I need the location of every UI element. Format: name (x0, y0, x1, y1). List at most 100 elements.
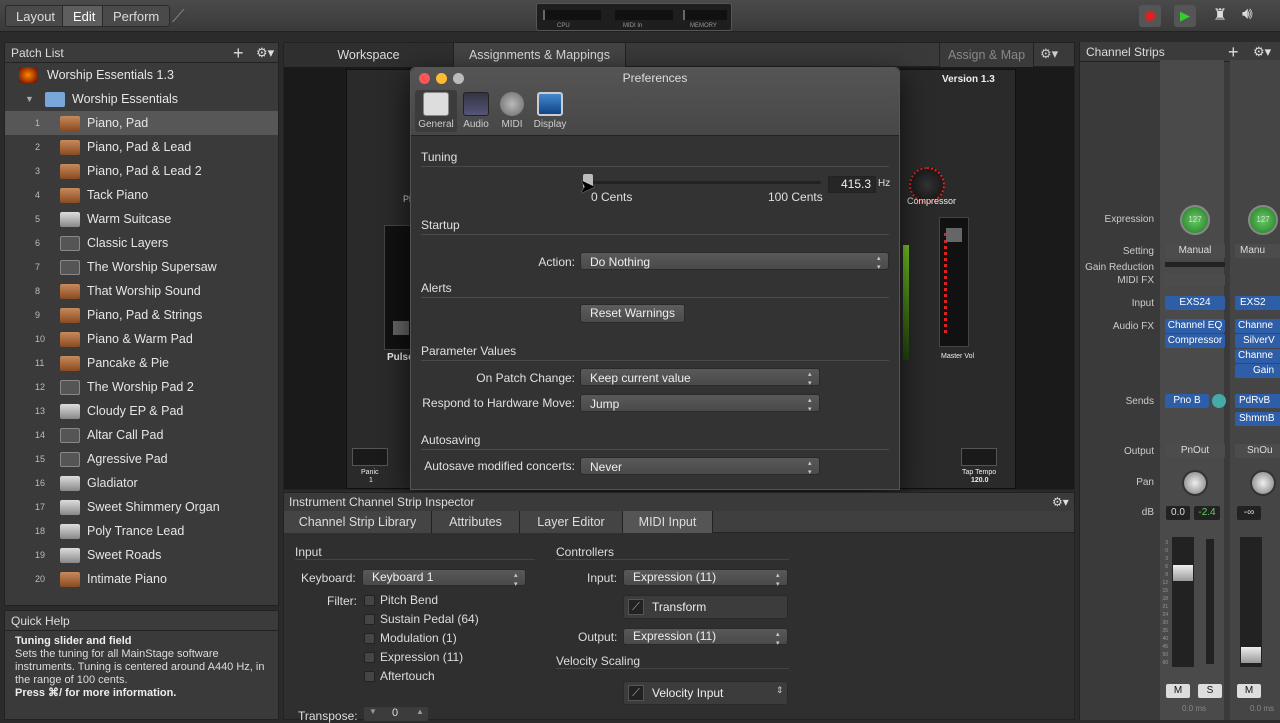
patch-row[interactable]: 7 The Worship Supersaw (5, 255, 278, 279)
workspace-gear-icon[interactable]: ⚙▾ (1040, 46, 1058, 62)
patch-row[interactable]: 15 Agressive Pad (5, 447, 278, 471)
patch-row[interactable]: 17 Sweet Shimmery Organ (5, 495, 278, 519)
inspector-gear-icon[interactable]: ⚙▾ (1052, 493, 1069, 511)
play-icon[interactable]: ▶ (1174, 5, 1196, 27)
mute-button-1[interactable]: M (1166, 684, 1190, 698)
parameter-values-section-title: Parameter Values (421, 344, 517, 358)
patch-row[interactable]: 1 Piano, Pad (5, 111, 278, 135)
controller-output-select[interactable]: Expression (11) (623, 628, 788, 648)
layout-mode-button[interactable]: Layout (5, 5, 67, 27)
tab-midi-input[interactable]: MIDI Input (623, 511, 713, 533)
output-slot-1[interactable]: PnOut (1165, 444, 1225, 458)
filter-checkbox[interactable] (364, 614, 375, 625)
filter-checkbox[interactable] (364, 652, 375, 663)
pan-knob-2[interactable] (1250, 470, 1276, 496)
disclosure-triangle-icon[interactable]: ▼ (25, 87, 34, 111)
tab-general[interactable]: General (415, 90, 457, 132)
patch-row[interactable]: 19 Sweet Roads (5, 543, 278, 567)
gear-icon[interactable]: ⚙▾ (256, 43, 274, 63)
perform-mode-button[interactable]: Perform (102, 5, 171, 27)
tab-assignments-mappings[interactable]: Assignments & Mappings (454, 43, 626, 67)
filter-label-item: Modulation (1) (380, 631, 457, 645)
tab-midi[interactable]: MIDI (491, 92, 533, 130)
patch-row[interactable]: 14 Altar Call Pad (5, 423, 278, 447)
patch-row[interactable]: 5 Warm Suitcase (5, 207, 278, 231)
add-channel-strip-icon[interactable]: + (1228, 42, 1239, 62)
on-patch-change-select[interactable]: Keep current value (580, 368, 820, 388)
tuner-icon[interactable]: ⟋ (172, 6, 196, 26)
send-slot-2-2[interactable]: ShmmB (1235, 412, 1280, 426)
concert-row[interactable]: Worship Essentials 1.3 (5, 63, 278, 87)
patch-row[interactable]: 12 The Worship Pad 2 (5, 375, 278, 399)
send-slot-1[interactable]: Pno B (1165, 394, 1209, 408)
tuning-slider[interactable] (583, 181, 821, 184)
patch-row[interactable]: 9 Piano, Pad & Strings (5, 303, 278, 327)
setting-button-1[interactable]: Manual (1165, 244, 1225, 258)
filter-checkbox[interactable] (364, 633, 375, 644)
tab-workspace[interactable]: Workspace (284, 43, 454, 67)
tab-attributes[interactable]: Attributes (432, 511, 520, 533)
volume-icon[interactable]: 🔊︎ (1242, 4, 1270, 28)
patch-row[interactable]: 3 Piano, Pad & Lead 2 (5, 159, 278, 183)
filter-checkbox[interactable] (364, 595, 375, 606)
audio-fx-slot-2-3[interactable]: Channe (1235, 349, 1280, 363)
transform-button[interactable]: ⟋ Transform (623, 595, 788, 619)
volume-fader-2[interactable] (1240, 537, 1262, 667)
patch-row[interactable]: 18 Poly Trance Lead (5, 519, 278, 543)
audio-fx-slot-2-2[interactable]: SilverV (1235, 334, 1280, 348)
patch-row[interactable]: 11 Pancake & Pie (5, 351, 278, 375)
patch-number: 8 (35, 286, 41, 296)
pan-knob-1[interactable] (1182, 470, 1208, 496)
expression-knob-1[interactable]: 127 (1180, 205, 1210, 235)
record-button[interactable] (1139, 5, 1161, 27)
patch-row[interactable]: 4 Tack Piano (5, 183, 278, 207)
velocity-input-select[interactable]: ⟋ Velocity Input ⇕ (623, 681, 788, 705)
volume-fader-1[interactable] (1172, 537, 1194, 667)
keyboard-select[interactable]: Keyboard 1 (362, 569, 526, 589)
respond-hardware-move-select[interactable]: Jump (580, 394, 820, 414)
send-level-knob-1[interactable] (1212, 394, 1226, 408)
controller-input-select[interactable]: Expression (11) (623, 569, 788, 589)
channel-strips-gear-icon[interactable]: ⚙▾ (1253, 42, 1271, 62)
expression-knob-2[interactable]: 127 (1248, 205, 1278, 235)
tab-channel-strip-library[interactable]: Channel Strip Library (284, 511, 432, 533)
audio-fx-slot-1-2[interactable]: Compressor (1165, 334, 1225, 348)
tap-tempo-button[interactable] (961, 448, 997, 466)
output-slot-2[interactable]: SnOu (1235, 444, 1280, 458)
tab-display[interactable]: Display (529, 92, 571, 130)
transpose-stepper[interactable]: ▼ 0 ▲ (364, 707, 428, 721)
assign-map-button[interactable]: Assign & Map (939, 43, 1034, 67)
patch-row[interactable]: 13 Cloudy EP & Pad (5, 399, 278, 423)
patch-name: Sweet Shimmery Organ (87, 500, 220, 514)
set-row[interactable]: ▼ Worship Essentials (5, 87, 278, 111)
mute-button-2[interactable]: M (1237, 684, 1261, 698)
patch-row[interactable]: 8 That Worship Sound (5, 279, 278, 303)
master-vol-fader[interactable] (939, 217, 969, 347)
autosave-select[interactable]: Never (580, 457, 820, 477)
patch-row[interactable]: 16 Gladiator (5, 471, 278, 495)
filter-checkbox[interactable] (364, 671, 375, 682)
panic-button[interactable] (352, 448, 388, 466)
patch-row[interactable]: 2 Piano, Pad & Lead (5, 135, 278, 159)
edit-mode-button[interactable]: Edit (62, 5, 107, 27)
send-slot-2-1[interactable]: PdRvB (1235, 394, 1280, 408)
tab-layer-editor[interactable]: Layer Editor (520, 511, 623, 533)
tuning-hz-field[interactable]: 415.3 (828, 176, 876, 193)
patch-row[interactable]: 20 Intimate Piano (5, 567, 278, 591)
patch-row[interactable]: 10 Piano & Warm Pad (5, 327, 278, 351)
audio-fx-slot-2-1[interactable]: Channe (1235, 319, 1280, 333)
patch-row[interactable]: 6 Classic Layers (5, 231, 278, 255)
metronome-icon[interactable]: ♜ (1209, 5, 1231, 27)
audio-fx-slot-1-1[interactable]: Channel EQ (1165, 319, 1225, 333)
piano-icon (60, 572, 80, 587)
input-slot-2[interactable]: EXS2 (1235, 296, 1280, 310)
reset-warnings-button[interactable]: Reset Warnings (580, 304, 685, 323)
midi-fx-slot-1[interactable] (1165, 274, 1225, 286)
startup-action-select[interactable]: Do Nothing (580, 252, 889, 272)
velocity-divider (556, 668, 789, 669)
audio-fx-slot-2-4[interactable]: Gain (1235, 364, 1280, 378)
solo-button-1[interactable]: S (1198, 684, 1222, 698)
add-patch-icon[interactable]: + (233, 43, 244, 63)
setting-button-2[interactable]: Manu (1235, 244, 1280, 258)
input-slot-1[interactable]: EXS24 (1165, 296, 1225, 310)
